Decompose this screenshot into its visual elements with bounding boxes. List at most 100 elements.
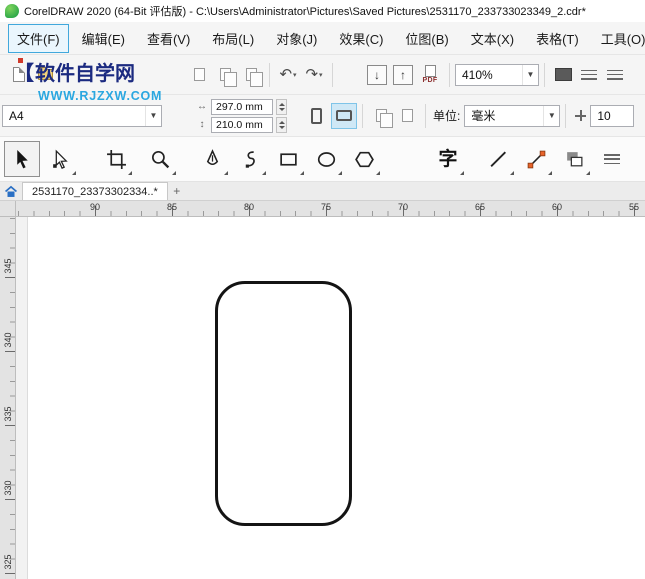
flyout-arrow-icon xyxy=(548,171,552,175)
pick-tool-icon xyxy=(16,149,28,168)
page-height-spinner[interactable] xyxy=(276,116,287,133)
menu-layout[interactable]: 布局(L) xyxy=(203,24,263,53)
toolbox: 字 xyxy=(0,137,645,182)
open-folder-icon xyxy=(37,67,53,80)
flyout-arrow-icon xyxy=(300,171,304,175)
page-size-combobox[interactable]: A4 ▼ xyxy=(2,104,162,127)
dimension-tool[interactable] xyxy=(518,141,554,177)
ruler-label: 55 xyxy=(628,202,640,212)
line-tool[interactable] xyxy=(480,141,516,177)
duplicate-button[interactable] xyxy=(238,62,264,88)
copy-button[interactable] xyxy=(212,62,238,88)
menu-table[interactable]: 表格(T) xyxy=(527,24,588,53)
polygon-tool[interactable] xyxy=(346,141,382,177)
menu-file[interactable]: 文件(F) xyxy=(8,23,69,53)
menu-object[interactable]: 对象(J) xyxy=(267,24,326,53)
bspline-tool[interactable] xyxy=(232,141,268,177)
show-rulers-button[interactable] xyxy=(576,62,602,88)
pen-tool[interactable] xyxy=(194,141,230,177)
ruler-label: 80 xyxy=(243,202,255,212)
ruler-label: 345 xyxy=(3,258,13,274)
clipboard-icon xyxy=(193,68,205,81)
overlap-order-tool[interactable] xyxy=(556,141,592,177)
horizontal-ruler[interactable]: 90 85 80 75 70 65 60 55 xyxy=(16,201,645,217)
welcome-screen-button[interactable] xyxy=(0,182,22,200)
export-button[interactable]: ↑ xyxy=(390,62,416,88)
portrait-orientation-button[interactable] xyxy=(303,103,329,129)
paste-button[interactable] xyxy=(186,62,212,88)
ruler-label: 65 xyxy=(474,202,486,212)
new-tab-button[interactable]: + xyxy=(168,182,186,200)
text-tool[interactable]: 字 xyxy=(430,141,466,177)
redo-button[interactable]: ↷ ▾ xyxy=(301,62,327,88)
coreldraw-logo-icon xyxy=(5,4,19,18)
ruler-major-tick xyxy=(5,425,15,426)
ruler-label: 60 xyxy=(551,202,563,212)
undo-icon: ↶ xyxy=(279,66,293,83)
more-tools-button[interactable] xyxy=(594,141,630,177)
toolbar-separator xyxy=(544,62,545,87)
redo-dropdown-icon: ▾ xyxy=(319,71,323,79)
all-pages-button[interactable] xyxy=(368,103,394,129)
publish-pdf-button[interactable]: PDF xyxy=(416,61,444,89)
shape-tool[interactable] xyxy=(42,141,78,177)
polygon-tool-icon xyxy=(354,151,374,167)
menu-effects[interactable]: 效果(C) xyxy=(330,24,392,53)
canvas[interactable] xyxy=(16,217,645,579)
units-dropdown-icon[interactable]: ▼ xyxy=(543,105,559,126)
vertical-ruler[interactable]: 345 340 335 330 325 xyxy=(0,217,16,579)
page-height-field[interactable]: 210.0 mm xyxy=(211,116,273,133)
menu-edit[interactable]: 编辑(E) xyxy=(73,24,134,53)
page-width-spinner[interactable] xyxy=(276,98,287,115)
undo-button[interactable]: ↶ ▾ xyxy=(275,62,301,88)
ruler-label: 335 xyxy=(3,406,13,422)
import-button[interactable]: ↓ xyxy=(364,62,390,88)
menu-tools[interactable]: 工具(O) xyxy=(592,24,645,53)
ruler-major-tick xyxy=(5,499,15,500)
ruler-label: 325 xyxy=(3,554,13,570)
page-height-icon: ↕ xyxy=(199,119,205,130)
flyout-arrow-icon xyxy=(586,171,590,175)
pen-tool-icon xyxy=(206,148,218,165)
menu-bitmaps[interactable]: 位图(B) xyxy=(396,24,457,53)
rectangle-tool-icon xyxy=(279,152,297,166)
page-width-field[interactable]: 297.0 mm xyxy=(211,98,273,115)
rounded-rectangle-shape[interactable] xyxy=(215,281,352,526)
zoom-dropdown-icon[interactable]: ▼ xyxy=(522,64,538,85)
pick-tool[interactable] xyxy=(4,141,40,177)
ruler-label: 90 xyxy=(89,202,101,212)
units-label: 单位: xyxy=(433,109,461,123)
ruler-origin-button[interactable] xyxy=(0,201,16,217)
menu-text[interactable]: 文本(X) xyxy=(462,24,523,53)
coreldraw-window: CorelDRAW 2020 (64-Bit 评估版) - C:\Users\A… xyxy=(0,0,645,579)
bspline-tool-icon xyxy=(245,150,255,168)
ellipse-tool[interactable] xyxy=(308,141,344,177)
logo-accent-dot xyxy=(18,58,23,63)
ruler-label: 340 xyxy=(3,332,13,348)
nudge-distance-value: 10 xyxy=(597,108,611,123)
units-value: 毫米 xyxy=(471,109,496,123)
crop-tool[interactable] xyxy=(98,141,134,177)
flyout-arrow-icon xyxy=(376,171,380,175)
zoom-level-combobox[interactable]: 410% ▼ xyxy=(455,63,539,86)
flyout-arrow-icon xyxy=(224,171,228,175)
open-document-button[interactable] xyxy=(32,62,58,88)
current-page-button[interactable] xyxy=(394,103,420,129)
nudge-distance-field[interactable]: 10 xyxy=(590,104,635,127)
menu-view[interactable]: 查看(V) xyxy=(138,24,199,53)
page-size-dropdown-icon[interactable]: ▼ xyxy=(145,105,161,126)
new-document-button[interactable] xyxy=(6,62,32,88)
show-grid-button[interactable] xyxy=(602,62,628,88)
units-combobox[interactable]: 毫米 ▼ xyxy=(464,104,561,127)
landscape-orientation-button[interactable] xyxy=(331,102,357,129)
nudge-distance-icon xyxy=(575,110,587,121)
rectangle-tool[interactable] xyxy=(270,141,306,177)
flyout-arrow-icon xyxy=(338,171,342,175)
document-tab[interactable]: 2531170_23373302334..* xyxy=(22,182,168,200)
zoom-tool[interactable] xyxy=(142,141,178,177)
ruler-label: 70 xyxy=(397,202,409,212)
line-tool-icon xyxy=(489,150,506,167)
crop-tool-icon xyxy=(106,149,126,169)
ellipse-tool-icon xyxy=(317,151,335,167)
fullscreen-preview-button[interactable] xyxy=(550,62,576,88)
